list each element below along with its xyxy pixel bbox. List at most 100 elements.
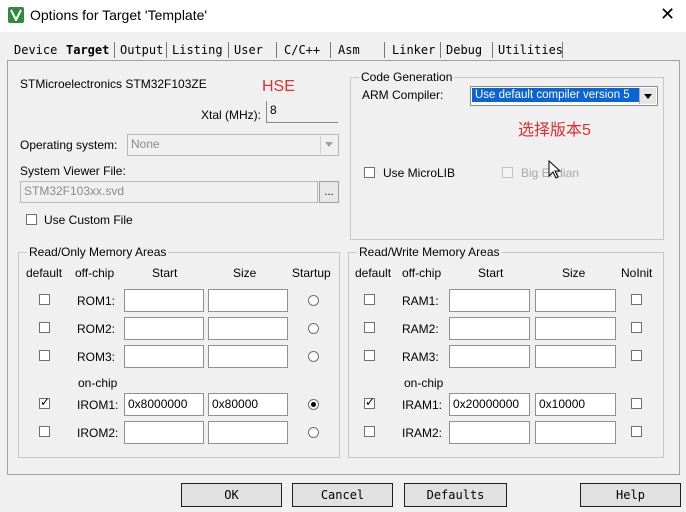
tab-linker[interactable]: Linker — [392, 43, 435, 57]
rom_group-start-input[interactable] — [124, 345, 204, 368]
ram_group-start-input[interactable] — [449, 421, 530, 444]
help-button[interactable]: Help — [580, 483, 681, 507]
ram_group-default-checkbox[interactable] — [364, 322, 375, 333]
svf-label: System Viewer File: — [20, 164, 126, 178]
cancel-button[interactable]: Cancel — [292, 483, 393, 507]
rom_group-size-input[interactable] — [208, 289, 288, 312]
ram-header-default: default — [355, 266, 392, 280]
svf-browse-button[interactable]: ... — [319, 181, 339, 203]
defaults-button[interactable]: Defaults — [404, 483, 507, 507]
annotation-hse: HSE — [262, 78, 295, 95]
ram_group-default-checkbox[interactable] — [364, 350, 375, 361]
rom_group-startup-radio[interactable] — [308, 427, 319, 438]
ram_group-start-input[interactable]: 0x20000000 — [449, 393, 530, 416]
rom_group-startup-radio[interactable] — [308, 323, 319, 334]
ram_group-noinit-checkbox[interactable] — [631, 294, 642, 305]
device-name: STMicroelectronics STM32F103ZE — [20, 77, 207, 91]
xtal-label: Xtal (MHz): — [201, 108, 261, 122]
ram_group-start-input[interactable] — [449, 317, 530, 340]
tab-strip: Device Target Output Listing User C/C++ … — [10, 40, 678, 62]
tab-asm[interactable]: Asm — [338, 43, 360, 57]
rom_group-startup-radio[interactable] — [308, 295, 319, 306]
ram_group-start-input[interactable] — [449, 289, 530, 312]
rom_group-startup-radio[interactable] — [308, 399, 319, 410]
tab-user[interactable]: User — [234, 43, 263, 57]
big-endian-checkbox[interactable] — [502, 167, 513, 178]
ram-header-noinit: NoInit — [621, 266, 653, 280]
ram_group-default-checkbox[interactable] — [364, 426, 375, 437]
compiler-select[interactable]: Use default compiler version 5 — [470, 86, 658, 106]
ram_group-row-label: RAM1: — [402, 294, 439, 308]
svf-input[interactable]: STM32F103xx.svd — [20, 181, 318, 203]
rom_group-row-label: ROM3: — [77, 350, 116, 364]
rom_group-startup-radio[interactable] — [308, 351, 319, 362]
rom-header-size: Size — [233, 266, 257, 280]
rom_group-size-input[interactable] — [208, 421, 288, 444]
ram_group-row-label: IRAM2: — [402, 426, 443, 440]
ram_group-size-input[interactable] — [535, 317, 616, 340]
rom_group-row-label: ROM2: — [77, 322, 116, 336]
rom_group-default-checkbox[interactable] — [39, 322, 50, 333]
tab-utilities[interactable]: Utilities — [498, 43, 563, 57]
os-select[interactable]: None — [127, 134, 339, 156]
ram_group-noinit-checkbox[interactable] — [631, 350, 642, 361]
annotation-choose-version: 选择版本5 — [518, 122, 591, 139]
tab-target[interactable]: Target — [66, 43, 109, 57]
microlib-label: Use MicroLIB — [383, 166, 456, 180]
tab-listing[interactable]: Listing — [172, 43, 223, 57]
ram-onchip-label: on-chip — [404, 376, 444, 390]
custom-file-checkbox[interactable] — [26, 214, 37, 225]
ram_group-start-input[interactable] — [449, 345, 530, 368]
rom-header-default: default — [26, 266, 63, 280]
rom_group-default-checkbox[interactable]: ✓ — [39, 395, 50, 409]
rom-onchip-label: on-chip — [78, 376, 118, 390]
ram_group-noinit-checkbox[interactable] — [631, 398, 642, 409]
ram_group-noinit-checkbox[interactable] — [631, 426, 642, 437]
rom-header-offchip: off-chip — [75, 266, 115, 280]
rom-header-startup: Startup — [292, 266, 331, 280]
ram_group-size-input[interactable]: 0x10000 — [535, 393, 616, 416]
tab-debug[interactable]: Debug — [446, 43, 482, 57]
app-icon — [8, 7, 24, 23]
window-title: Options for Target 'Template' — [30, 7, 208, 23]
rom_group-size-input[interactable]: 0x80000 — [208, 393, 288, 416]
rom_group-start-input[interactable] — [124, 421, 204, 444]
microlib-checkbox[interactable] — [364, 167, 375, 178]
rom_group-row-label: IROM1: — [77, 398, 119, 412]
tab-device[interactable]: Device — [14, 43, 57, 57]
ram_group-noinit-checkbox[interactable] — [631, 322, 642, 333]
ram_group-size-input[interactable] — [535, 289, 616, 312]
rom_group-start-input[interactable]: 0x8000000 — [124, 393, 204, 416]
rom-header-start: Start — [152, 266, 178, 280]
ram_group-row-label: IRAM1: — [402, 398, 443, 412]
tab-output[interactable]: Output — [120, 43, 163, 57]
os-label: Operating system: — [20, 138, 118, 152]
rom-group-title: Read/Only Memory Areas — [27, 245, 169, 259]
code-generation-title: Code Generation — [359, 70, 455, 84]
rom_group-row-label: ROM1: — [77, 294, 116, 308]
rom_group-start-input[interactable] — [124, 289, 204, 312]
rom_group-default-checkbox[interactable] — [39, 426, 50, 437]
tab-cpp[interactable]: C/C++ — [284, 43, 320, 57]
ram-header-start: Start — [478, 266, 504, 280]
rom_group-start-input[interactable] — [124, 317, 204, 340]
ram_group-default-checkbox[interactable]: ✓ — [364, 395, 375, 409]
ram_group-size-input[interactable] — [535, 345, 616, 368]
rom_group-size-input[interactable] — [208, 345, 288, 368]
ram_group-size-input[interactable] — [535, 421, 616, 444]
close-icon[interactable]: ✕ — [660, 4, 675, 25]
compiler-label: ARM Compiler: — [362, 88, 444, 102]
rom_group-default-checkbox[interactable] — [39, 294, 50, 305]
ram-group-title: Read/Write Memory Areas — [357, 245, 502, 259]
rom_group-default-checkbox[interactable] — [39, 350, 50, 361]
xtal-input[interactable]: 8 — [266, 101, 338, 123]
mouse-cursor-icon — [548, 160, 562, 179]
custom-file-label: Use Custom File — [44, 213, 133, 227]
ram_group-row-label: RAM2: — [402, 322, 439, 336]
ram_group-default-checkbox[interactable] — [364, 294, 375, 305]
ram_group-row-label: RAM3: — [402, 350, 439, 364]
ok-button[interactable]: OK — [181, 483, 282, 507]
ram-header-size: Size — [562, 266, 586, 280]
ram-header-offchip: off-chip — [402, 266, 442, 280]
rom_group-size-input[interactable] — [208, 317, 288, 340]
